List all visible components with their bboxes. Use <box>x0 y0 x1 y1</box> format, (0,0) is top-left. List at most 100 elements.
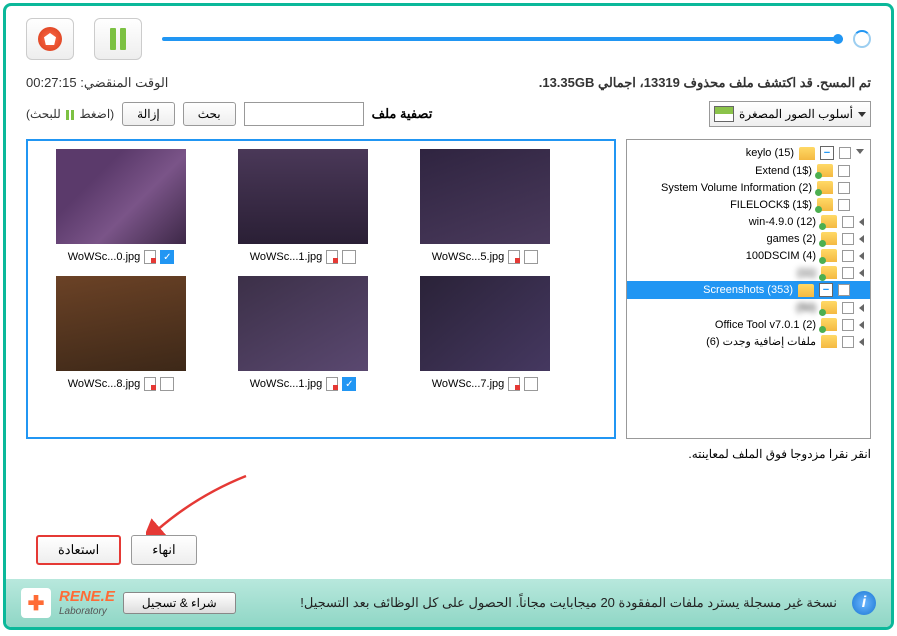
footer-message: نسخة غير مسجلة يسترد ملفات المفقودة 20 م… <box>236 595 852 611</box>
thumbnail-item[interactable]: WoWSc...1.jpg ✓ <box>218 276 388 391</box>
expand-toggle[interactable]: − <box>819 283 833 297</box>
folder-icon <box>821 249 837 262</box>
tree-row[interactable]: Extend (1$) <box>627 162 870 179</box>
tree-row[interactable]: System Volume Information (2) <box>627 179 870 196</box>
tree-row[interactable]: −Screenshots (353) <box>627 281 870 299</box>
chevron-left-icon <box>859 235 864 243</box>
chevron-down-icon <box>856 149 864 158</box>
file-checkbox[interactable] <box>160 377 174 391</box>
thumbnail-item[interactable]: WoWSc...1.jpg <box>218 149 388 264</box>
callout-arrow <box>146 466 266 546</box>
file-name: WoWSc...8.jpg <box>68 378 141 390</box>
thumbnail-icon <box>714 106 734 122</box>
preview-hint: انقر نقرا مزدوجا فوق الملف لمعاينته. <box>26 447 871 461</box>
folder-icon <box>821 215 837 228</box>
stop-button[interactable] <box>26 18 74 60</box>
tree-checkbox[interactable] <box>842 233 854 245</box>
pause-icon <box>110 28 126 50</box>
file-icon <box>144 250 156 264</box>
progress-bar <box>162 37 843 41</box>
app-window: تم المسح. قد اكتشف ملف محذوف 13319، اجما… <box>3 3 894 630</box>
elapsed-time: الوقت المنقضي: 00:27:15 <box>26 75 168 91</box>
filter-hint: (اضغط للبحث) <box>26 107 114 121</box>
folder-icon <box>799 147 815 160</box>
folder-icon <box>821 301 837 314</box>
chevron-left-icon <box>859 252 864 260</box>
file-icon <box>144 377 156 391</box>
folder-icon <box>798 284 814 297</box>
file-icon <box>326 377 338 391</box>
thumbnail-item[interactable]: WoWSc...8.jpg <box>36 276 206 391</box>
scan-controls <box>26 18 871 60</box>
folder-icon <box>821 232 837 245</box>
tree-row[interactable]: −keylo (15) <box>627 144 870 162</box>
progress-container <box>162 30 871 48</box>
file-checkbox[interactable]: ✓ <box>342 377 356 391</box>
tree-checkbox[interactable] <box>838 165 850 177</box>
file-checkbox[interactable] <box>524 377 538 391</box>
thumbnail-image[interactable] <box>238 149 368 244</box>
chevron-left-icon <box>859 269 864 277</box>
tree-row[interactable]: FILELOCK$ (1$) <box>627 196 870 213</box>
view-mode-label: أسلوب الصور المصغرة <box>739 107 853 121</box>
tree-row[interactable]: Office Tool v7.0.1 (2) <box>627 316 870 333</box>
recover-button[interactable]: استعادة <box>36 535 121 565</box>
tree-row[interactable]: (50) <box>627 299 870 316</box>
spinner-icon <box>853 30 871 48</box>
stop-icon <box>38 27 62 51</box>
thumbnail-image[interactable] <box>238 276 368 371</box>
search-button[interactable]: بحث <box>183 102 236 126</box>
file-icon <box>508 377 520 391</box>
tree-checkbox[interactable] <box>842 267 854 279</box>
file-name: WoWSc...0.jpg <box>68 251 141 263</box>
thumbnail-item[interactable]: WoWSc...5.jpg <box>400 149 570 264</box>
scan-status: تم المسح. قد اكتشف ملف محذوف 13319، اجما… <box>539 75 871 91</box>
folder-icon <box>817 198 833 211</box>
filter-label: تصفية ملف <box>372 106 433 122</box>
tree-checkbox[interactable] <box>838 284 850 296</box>
footer-bar: ✚ RENE.E Laboratory شراء & تسجيل نسخة غي… <box>6 579 891 627</box>
file-name: WoWSc...7.jpg <box>432 378 505 390</box>
file-icon <box>326 250 338 264</box>
tree-checkbox[interactable] <box>839 147 851 159</box>
thumbnail-image[interactable] <box>420 276 550 371</box>
file-checkbox[interactable] <box>524 250 538 264</box>
tree-checkbox[interactable] <box>842 319 854 331</box>
tree-checkbox[interactable] <box>838 199 850 211</box>
tree-checkbox[interactable] <box>838 182 850 194</box>
thumbnail-image[interactable] <box>56 276 186 371</box>
finish-button[interactable]: انهاء <box>131 535 196 565</box>
tree-row[interactable]: games (2) <box>627 230 870 247</box>
thumbnail-panel: WoWSc...0.jpg ✓ WoWSc...1.jpg WoWSc...5.jpg… <box>26 139 616 439</box>
tree-row[interactable]: (11) <box>627 264 870 281</box>
file-checkbox[interactable] <box>342 250 356 264</box>
chevron-left-icon <box>859 338 864 346</box>
thumbnail-image[interactable] <box>420 149 550 244</box>
folder-icon <box>821 318 837 331</box>
thumbnail-image[interactable] <box>56 149 186 244</box>
folder-tree[interactable]: −keylo (15)Extend (1$)System Volume Info… <box>626 139 871 439</box>
thumbnail-item[interactable]: WoWSc...0.jpg ✓ <box>36 149 206 264</box>
chevron-left-icon <box>859 218 864 226</box>
info-icon[interactable]: i <box>852 591 876 615</box>
view-mode-dropdown[interactable]: أسلوب الصور المصغرة <box>709 101 871 127</box>
file-name: WoWSc...1.jpg <box>250 251 323 263</box>
tree-checkbox[interactable] <box>842 216 854 228</box>
tree-row[interactable]: 100DSCIM (4) <box>627 247 870 264</box>
thumbnail-item[interactable]: WoWSc...7.jpg <box>400 276 570 391</box>
chevron-down-icon <box>858 112 866 117</box>
folder-icon <box>821 335 837 348</box>
pause-button[interactable] <box>94 18 142 60</box>
tree-row[interactable]: win-4.9.0 (12) <box>627 213 870 230</box>
tree-checkbox[interactable] <box>842 250 854 262</box>
filter-input[interactable] <box>244 102 364 126</box>
register-button[interactable]: شراء & تسجيل <box>123 592 236 614</box>
tree-checkbox[interactable] <box>842 302 854 314</box>
tree-checkbox[interactable] <box>842 336 854 348</box>
remove-button[interactable]: إزالة <box>122 102 175 126</box>
expand-toggle[interactable]: − <box>820 146 834 160</box>
tree-row[interactable]: ملفات إضافية وجدت (6) <box>627 333 870 350</box>
file-name: WoWSc...1.jpg <box>250 378 323 390</box>
logo-icon: ✚ <box>21 588 51 618</box>
file-checkbox[interactable]: ✓ <box>160 250 174 264</box>
